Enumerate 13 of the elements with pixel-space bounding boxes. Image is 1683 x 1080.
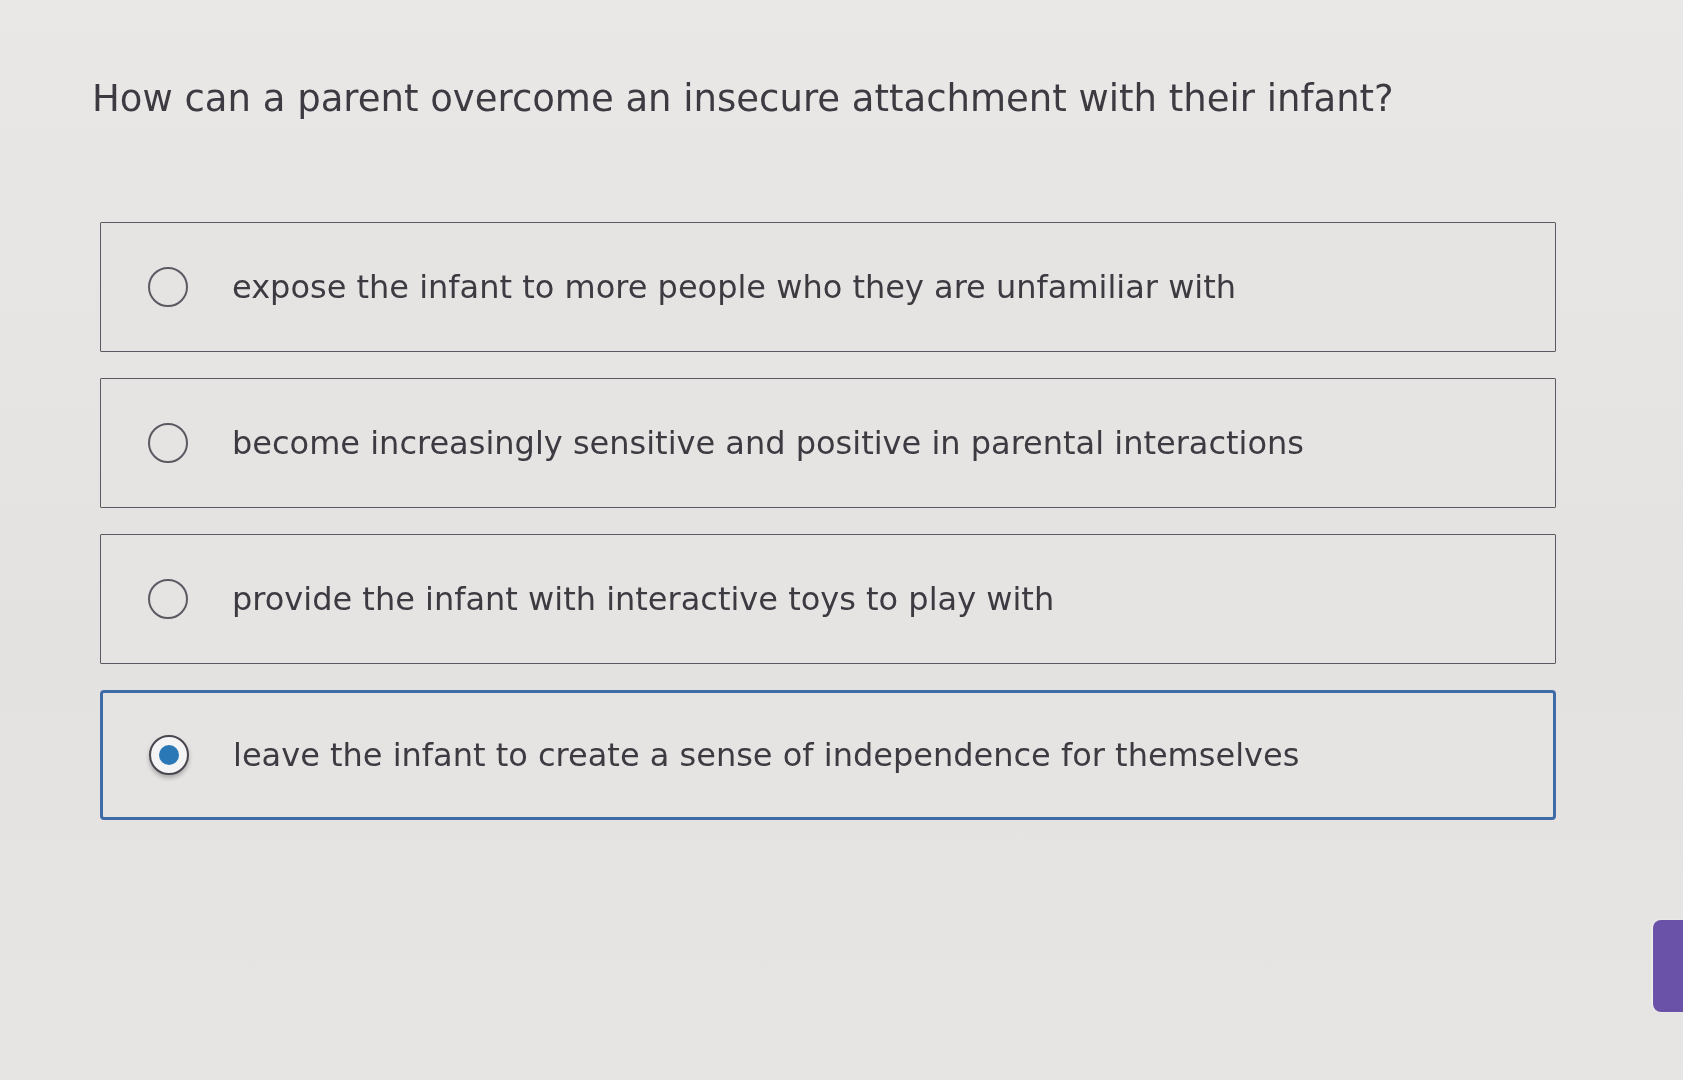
- radio-button[interactable]: [148, 579, 188, 620]
- answer-option[interactable]: leave the infant to create a sense of independence for themselves: [100, 690, 1556, 821]
- radio-button[interactable]: [148, 267, 188, 308]
- option-text: become increasingly sensitive and positive in parental interactions: [232, 423, 1304, 464]
- radio-button[interactable]: [148, 423, 188, 464]
- answer-option[interactable]: expose the infant to more people who they are unfamiliar with: [100, 222, 1556, 353]
- answer-option[interactable]: become increasingly sensitive and positive in parental interactions: [100, 378, 1556, 509]
- option-text: provide the infant with interactive toys to play with: [232, 579, 1055, 620]
- radio-button[interactable]: [149, 735, 189, 776]
- option-text: expose the infant to more people who they are unfamiliar with: [232, 267, 1237, 308]
- option-text: leave the infant to create a sense of independence for themselves: [233, 735, 1300, 776]
- question-text: How can a parent overcome an insecure attachment with their infant?: [92, 76, 1394, 122]
- answer-option[interactable]: provide the infant with interactive toys to play with: [100, 534, 1556, 665]
